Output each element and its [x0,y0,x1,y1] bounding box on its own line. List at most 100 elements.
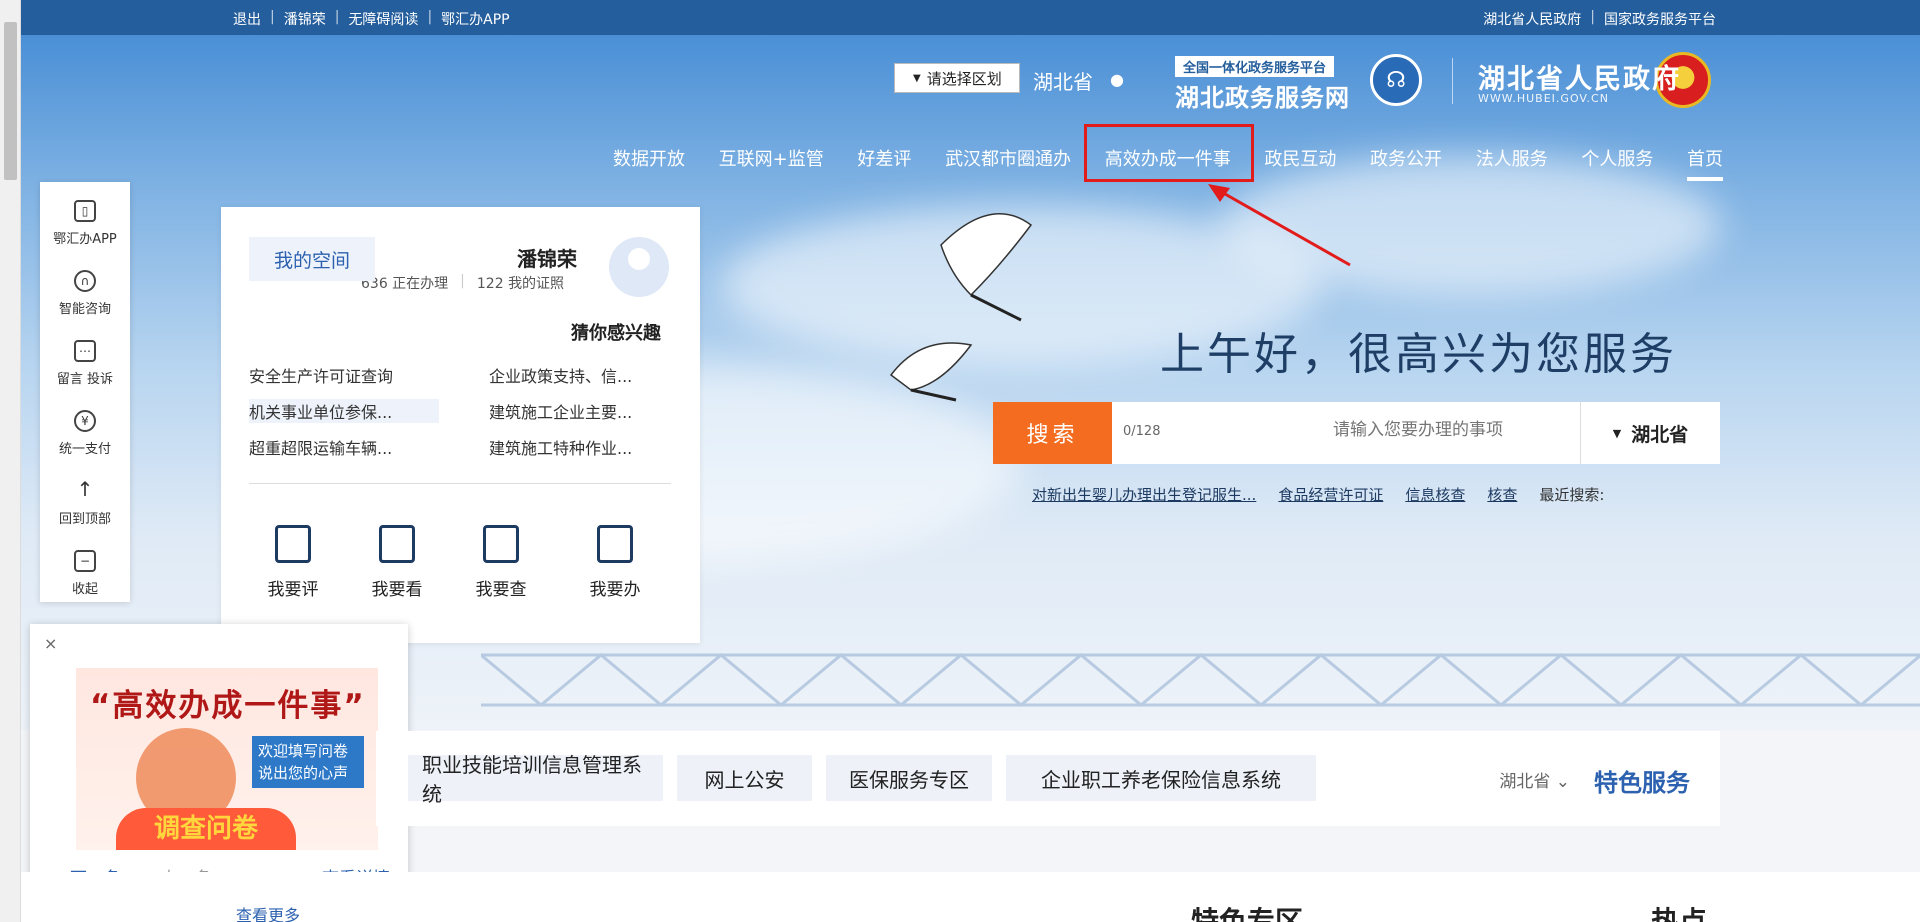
nav-internet-supervision[interactable]: 互联网+监管 [719,143,824,173]
toolbar-payment[interactable]: ¥ 统一支付 [40,410,130,457]
yuan-icon: ¥ [74,410,96,432]
toolbar-consult[interactable]: ∩ 智能咨询 [40,270,130,317]
recent-search-item[interactable]: 信息核查 [1405,484,1465,505]
site-domain: WWW.HUBEI.GOV.CN [1478,92,1609,105]
featured-item[interactable]: 网上公安 [677,755,812,801]
search-button[interactable]: 搜索 [993,402,1112,464]
close-icon[interactable]: × [44,634,57,653]
nav-legal-service[interactable]: 法人服务 [1476,143,1548,173]
quick-handle[interactable]: 我要办 [575,525,655,600]
featured-item[interactable]: 医保服务专区 [826,755,992,801]
search-province-select[interactable]: ▼ 湖北省 [1580,402,1720,464]
nav-wuhan-metro[interactable]: 武汉都市圈通办 [945,143,1071,173]
search-char-count: 0/128 [1123,424,1161,439]
user-stats: 636 正在办理 | 122 我的证照 [361,273,565,293]
region-select-label: 请选择区划 [926,69,1002,88]
scrollbar[interactable] [0,0,21,922]
featured-item[interactable]: 企业职工养老保险信息系统 [1006,755,1316,801]
card-divider [249,483,671,484]
site-name[interactable]: 湖北省人民政府 [1478,57,1681,96]
toolbar-label: 留言 投诉 [56,372,114,387]
toolbar-label: 智能咨询 [58,302,111,317]
guess-item[interactable]: 机关事业单位参保... [249,399,439,423]
quick-label: 我要评 [267,580,319,600]
platform-tag: 全国一体化政务服务平台 [1175,56,1335,77]
nav-gov-open[interactable]: 政务公开 [1370,143,1442,173]
recent-search-item[interactable]: 对新出生婴儿办理出生登记服生... [1032,484,1256,505]
search-input[interactable] [1333,420,1543,440]
view-more-link[interactable]: 查看更多 [236,902,300,922]
recent-search-item[interactable]: 核查 [1487,484,1517,505]
top-bar-right: 湖北省人民政府 | 国家政务服务平台 [1483,9,1716,29]
platform-logo-icon: ☊ [1370,54,1422,106]
special-zone-heading: 特色专区 [1191,905,1304,922]
nav-personal-service[interactable]: 个人服务 [1581,143,1653,173]
nav-interaction[interactable]: 政民互动 [1264,143,1336,173]
user-card: 潘锦荣 636 正在办理 | 122 我的证照 我的空间 猜你感兴趣 安全生产许… [221,207,700,643]
quick-view[interactable]: 我要看 [357,525,437,600]
toolbar-back-top[interactable]: ↑ 回到顶部 [40,479,130,527]
minus-icon: − [74,550,96,572]
quick-rate[interactable]: 我要评 [253,525,333,600]
avatar[interactable] [609,237,669,297]
survey-banner[interactable]: “高效办成一件事” 欢迎填写问卷说出您的心声 调查问卷 [76,668,378,850]
hot-heading: 热点 [1651,905,1708,922]
bank-icon [597,525,633,563]
guess-row: 安全生产许可证查询 企业政策支持、信... [249,363,679,387]
current-location: 湖北省 [1033,70,1093,94]
featured-title: 特色服务 [1594,769,1690,797]
greeting: 上午好，很高兴为您服务 [1160,329,1677,380]
guess-item[interactable]: 企业政策支持、信... [489,363,679,387]
view-icon [379,525,415,563]
recent-search-label: 最近搜索: [1539,486,1605,504]
banner-cta: 调查问卷 [116,808,296,850]
toolbar-label: 鄂汇办APP [53,232,117,247]
scrollbar-thumb[interactable] [4,22,17,180]
toolbar-app[interactable]: ▯ 鄂汇办APP [40,200,130,247]
user-name-link[interactable]: 潘锦荣 [284,9,326,29]
toolbar-collapse[interactable]: − 收起 [40,550,130,597]
logout-link[interactable]: 退出 [233,9,261,29]
quick-label: 我要办 [589,580,641,600]
nav-home[interactable]: 首页 [1687,143,1723,181]
toolbar-label: 回到顶部 [58,512,111,527]
guess-item[interactable]: 建筑施工特种作业... [489,435,679,459]
message-icon: ⋯ [74,340,96,362]
province-gov-link[interactable]: 湖北省人民政府 [1483,9,1581,29]
recent-searches: 对新出生婴儿办理出生登记服生... 食品经营许可证 信息核查 核查 最近搜索: [1032,484,1604,505]
platform-name[interactable]: 湖北政务服务网 [1175,78,1350,113]
my-space-button[interactable]: 我的空间 [249,237,375,281]
featured-item[interactable]: 职业技能培训信息管理系统 [408,753,663,806]
nav-rating[interactable]: 好差评 [857,143,911,173]
guess-item[interactable]: 安全生产许可证查询 [249,363,439,387]
guess-row: 机关事业单位参保... 建筑施工企业主要... [249,399,679,423]
guess-item[interactable]: 建筑施工企业主要... [489,399,679,423]
region-select[interactable]: ▼ 请选择区划 [894,63,1020,93]
bottom-section: 热点 特色专区 查看更多 [21,872,1920,922]
user-name: 潘锦荣 [517,247,577,271]
toolbar-label: 统一支付 [58,442,111,457]
top-bar: 退出 | 潘锦荣 | 无障碍阅读 | 鄂汇办APP 湖北省人民政府 | 国家政务服务平台 [21,0,1920,35]
headset-icon: ∩ [74,270,96,292]
search-box: 搜索 0/128 ▼ 湖北省 [993,402,1720,464]
toolbar-message[interactable]: ⋯ 留言 投诉 [40,340,130,387]
quick-label: 我要查 [475,580,527,600]
query-icon [483,525,519,563]
national-platform-link[interactable]: 国家政务服务平台 [1604,9,1716,29]
header-divider [1452,58,1453,104]
nav-highlight-box [1084,124,1254,182]
nav-data-open[interactable]: 数据开放 [613,143,685,173]
featured-province[interactable]: 湖北省 ⌄ [1499,767,1570,792]
accessibility-link[interactable]: 无障碍阅读 [348,9,418,29]
guess-row: 超重超限运输车辆... 建筑施工特种作业... [249,435,679,459]
survey-popup: × “高效办成一件事” 欢迎填写问卷说出您的心声 调查问卷 下一条 上一条 查看… [30,624,408,914]
stat-certificates[interactable]: 122 我的证照 [477,273,564,293]
guess-item[interactable]: 超重超限运输车辆... [249,435,439,459]
quick-query[interactable]: 我要查 [461,525,541,600]
recent-search-item[interactable]: 食品经营许可证 [1278,484,1383,505]
phone-icon: ▯ [74,200,96,222]
app-link[interactable]: 鄂汇办APP [441,9,509,29]
floating-toolbar: ▯ 鄂汇办APP ∩ 智能咨询 ⋯ 留言 投诉 ¥ 统一支付 ↑ 回到顶部 − 收起 [40,182,130,602]
cranes-illustration [889,213,1033,402]
search-province-label: 湖北省 [1631,423,1689,446]
